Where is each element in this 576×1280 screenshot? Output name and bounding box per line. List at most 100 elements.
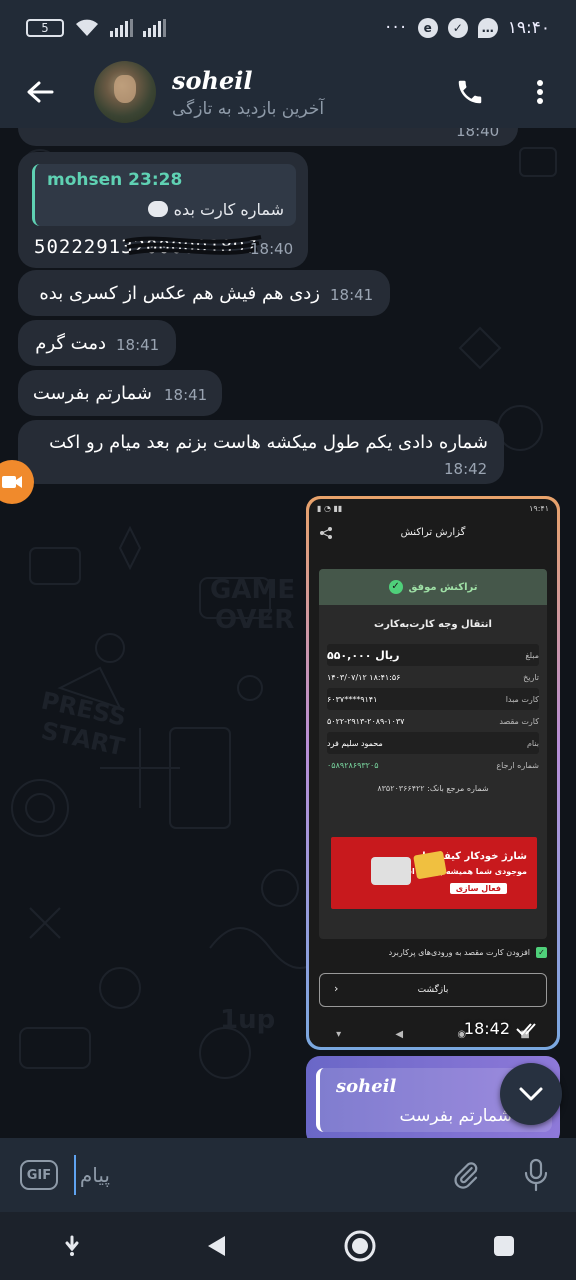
message-time: 18:40	[456, 128, 500, 140]
receipt-row-label: بنام	[526, 738, 539, 748]
receipt-row: بنام محمود سلیم فرد	[327, 732, 539, 754]
message-bubble[interactable]: شماره دادی یکم طول میکشه هاست بزنم بعد م…	[18, 420, 504, 484]
status-bar: 5 ··· e ✓ … ۱۹:۴۰	[0, 0, 576, 56]
redaction-scribble	[124, 235, 262, 255]
check-circle-icon: ✓	[388, 580, 403, 594]
chevron-left-icon: ‹	[334, 982, 339, 995]
nav-back-button[interactable]	[196, 1226, 236, 1266]
receipt-row-label: کارت مبدا	[505, 694, 539, 704]
receipt-row-value: ۶۰۳۷****۹۱۴۱	[327, 694, 378, 704]
receipt-row: شماره ارجاع ۰۵۸۹۲۸۶۹۳۲۰۵	[327, 754, 539, 776]
receipt-row: کارت مبدا ۶۰۳۷****۹۱۴۱	[327, 688, 539, 710]
message-time: 18:42	[444, 460, 488, 478]
nav-recents-button[interactable]	[484, 1226, 524, 1266]
paperclip-icon	[454, 1162, 478, 1189]
receipt-heading: انتقال وجه کارت‌به‌کارت	[374, 619, 492, 630]
message-time: 18:42	[463, 1019, 510, 1038]
svg-text:1up: 1up	[220, 1005, 275, 1035]
last-seen-status: آخرین بازدید به تازگی	[172, 98, 325, 119]
receipt-row-label: مبلغ	[525, 650, 539, 660]
receipt-row-value: ۵۵۰,۰۰۰ ریال	[327, 648, 400, 662]
nav-home-button[interactable]	[340, 1226, 380, 1266]
video-camera-icon	[2, 476, 22, 488]
receipt-back-label: بازگشت	[417, 985, 449, 995]
attach-button[interactable]	[446, 1155, 486, 1195]
signal-icon-2	[143, 19, 166, 37]
home-circle-icon	[344, 1230, 376, 1262]
double-check-icon	[516, 1022, 536, 1035]
receipt-nav-down-icon: ▾	[336, 1028, 342, 1040]
receipt-row-label: کارت مقصد	[499, 716, 539, 726]
receipt-row: کارت مقصد ۵۰۲۲-۲۹۱۳-۲۰۸۹-۱۰۳۷	[327, 710, 539, 732]
banner-button: فعال سازی	[449, 883, 507, 894]
back-button[interactable]	[16, 68, 64, 116]
scroll-to-bottom-button[interactable]	[500, 1063, 562, 1125]
svg-text:OVER: OVER	[215, 605, 294, 635]
receipt-title: گزارش تراکنش	[400, 526, 466, 538]
composer-bar: GIF	[0, 1138, 576, 1212]
receipt-row-value: ۵۰۲۲-۲۹۱۳-۲۰۸۹-۱۰۳۷	[327, 716, 405, 726]
message-time: 18:41	[330, 286, 374, 304]
receipt-row-value: ۱۴۰۳/۰۷/۱۲ ۱۸:۴۱:۵۶	[327, 672, 401, 682]
message-bubble[interactable]: دمت گرم 18:41	[18, 320, 176, 366]
arrow-left-icon	[27, 81, 54, 103]
phone-icon	[458, 80, 482, 104]
verified-icon: ✓	[447, 18, 468, 38]
photo-message[interactable]: ▮ ◔ ▮▮ ۱۹:۴۱ گزارش تراکنش تراکنش موفق ✓ …	[306, 496, 560, 1050]
keyboard-down-icon	[65, 1235, 79, 1256]
reply-author: soheil	[336, 1076, 397, 1097]
receipt-card: تراکنش موفق ✓ انتقال وجه کارت‌به‌کارت مب…	[319, 569, 547, 939]
wifi-icon	[76, 19, 98, 36]
receipt-row: تاریخ ۱۴۰۳/۰۷/۱۲ ۱۸:۴۱:۵۶	[327, 666, 539, 688]
message-bubble[interactable]: شمارتم بفرست 18:41	[18, 370, 222, 416]
receipt-screenshot: ▮ ◔ ▮▮ ۱۹:۴۱ گزارش تراکنش تراکنش موفق ✓ …	[309, 499, 557, 1047]
message-time: 18:41	[164, 386, 208, 404]
message-bubble[interactable]: mohsen 23:28 شماره کارت بده 502229132000…	[18, 152, 308, 268]
receipt-back-button: بازگشت ‹	[319, 973, 547, 1007]
receipt-checkbox-label: افزودن کارت مقصد به ورودی‌های پرکاربرد	[388, 948, 530, 957]
reply-author: mohsen 23:28	[47, 170, 183, 190]
receipt-nav-back-icon: ◀	[395, 1028, 404, 1040]
message-list[interactable]: GAME OVER PRESS START 1up 18:40 mohsen 2…	[0, 128, 576, 1138]
promo-banner: شارژ خودکار کیف پول موجودی شما همیشه برق…	[331, 837, 537, 909]
chat-title[interactable]: soheil آخرین بازدید به تازگی	[172, 66, 324, 119]
more-notifications: ···	[385, 18, 408, 38]
sticker-icon	[148, 201, 168, 217]
app-notification-icon: e	[417, 18, 438, 38]
triangle-back-icon	[208, 1236, 225, 1256]
media-meta: 18:42	[464, 1019, 542, 1038]
receipt-row-label: تاریخ	[523, 672, 539, 682]
svg-text:GAME: GAME	[210, 575, 295, 605]
chat-notification-icon: …	[477, 18, 498, 38]
clock: ۱۹:۴۰	[507, 18, 550, 38]
avatar[interactable]	[94, 61, 156, 123]
message-time: 18:40	[250, 240, 294, 258]
nav-hide-button[interactable]	[52, 1226, 92, 1266]
contact-name: soheil	[172, 65, 253, 95]
message-bubble[interactable]: زدی هم فیش هم عکس از کسری بده 18:41	[18, 270, 390, 316]
message-text: زدی هم فیش هم عکس از کسری بده	[39, 283, 320, 304]
wallet-icon	[371, 857, 411, 885]
reply-quote[interactable]: mohsen 23:28 شماره کارت بده	[32, 164, 296, 226]
message-input[interactable]	[73, 1155, 433, 1195]
signal-icon	[110, 19, 133, 37]
receipt-success-text: تراکنش موفق	[408, 581, 478, 593]
message-time: 18:41	[116, 336, 160, 354]
chevron-down-icon	[519, 1087, 543, 1101]
message-bubble[interactable]: 18:40	[18, 128, 518, 146]
more-options-button[interactable]	[520, 72, 560, 112]
kebab-menu-icon	[537, 80, 543, 104]
gif-button[interactable]: GIF	[20, 1160, 58, 1190]
receipt-checkbox-row: ✓ افزودن کارت مقصد به ورودی‌های پرکاربرد	[319, 947, 547, 958]
receipt-row: مبلغ ۵۵۰,۰۰۰ ریال	[327, 644, 539, 666]
call-button[interactable]	[450, 72, 490, 112]
receipt-row-label: شماره ارجاع	[496, 760, 539, 770]
reply-text: شمارتم بفرست	[399, 1106, 512, 1126]
square-recents-icon	[494, 1236, 514, 1256]
receipt-status-time: ۱۹:۴۱	[529, 503, 549, 513]
microphone-icon	[524, 1158, 548, 1192]
receipt-row-value: ۰۵۸۹۲۸۶۹۳۲۰۵	[327, 760, 379, 770]
share-icon	[320, 527, 332, 539]
checkbox-icon: ✓	[536, 947, 547, 958]
voice-record-button[interactable]	[516, 1155, 556, 1195]
